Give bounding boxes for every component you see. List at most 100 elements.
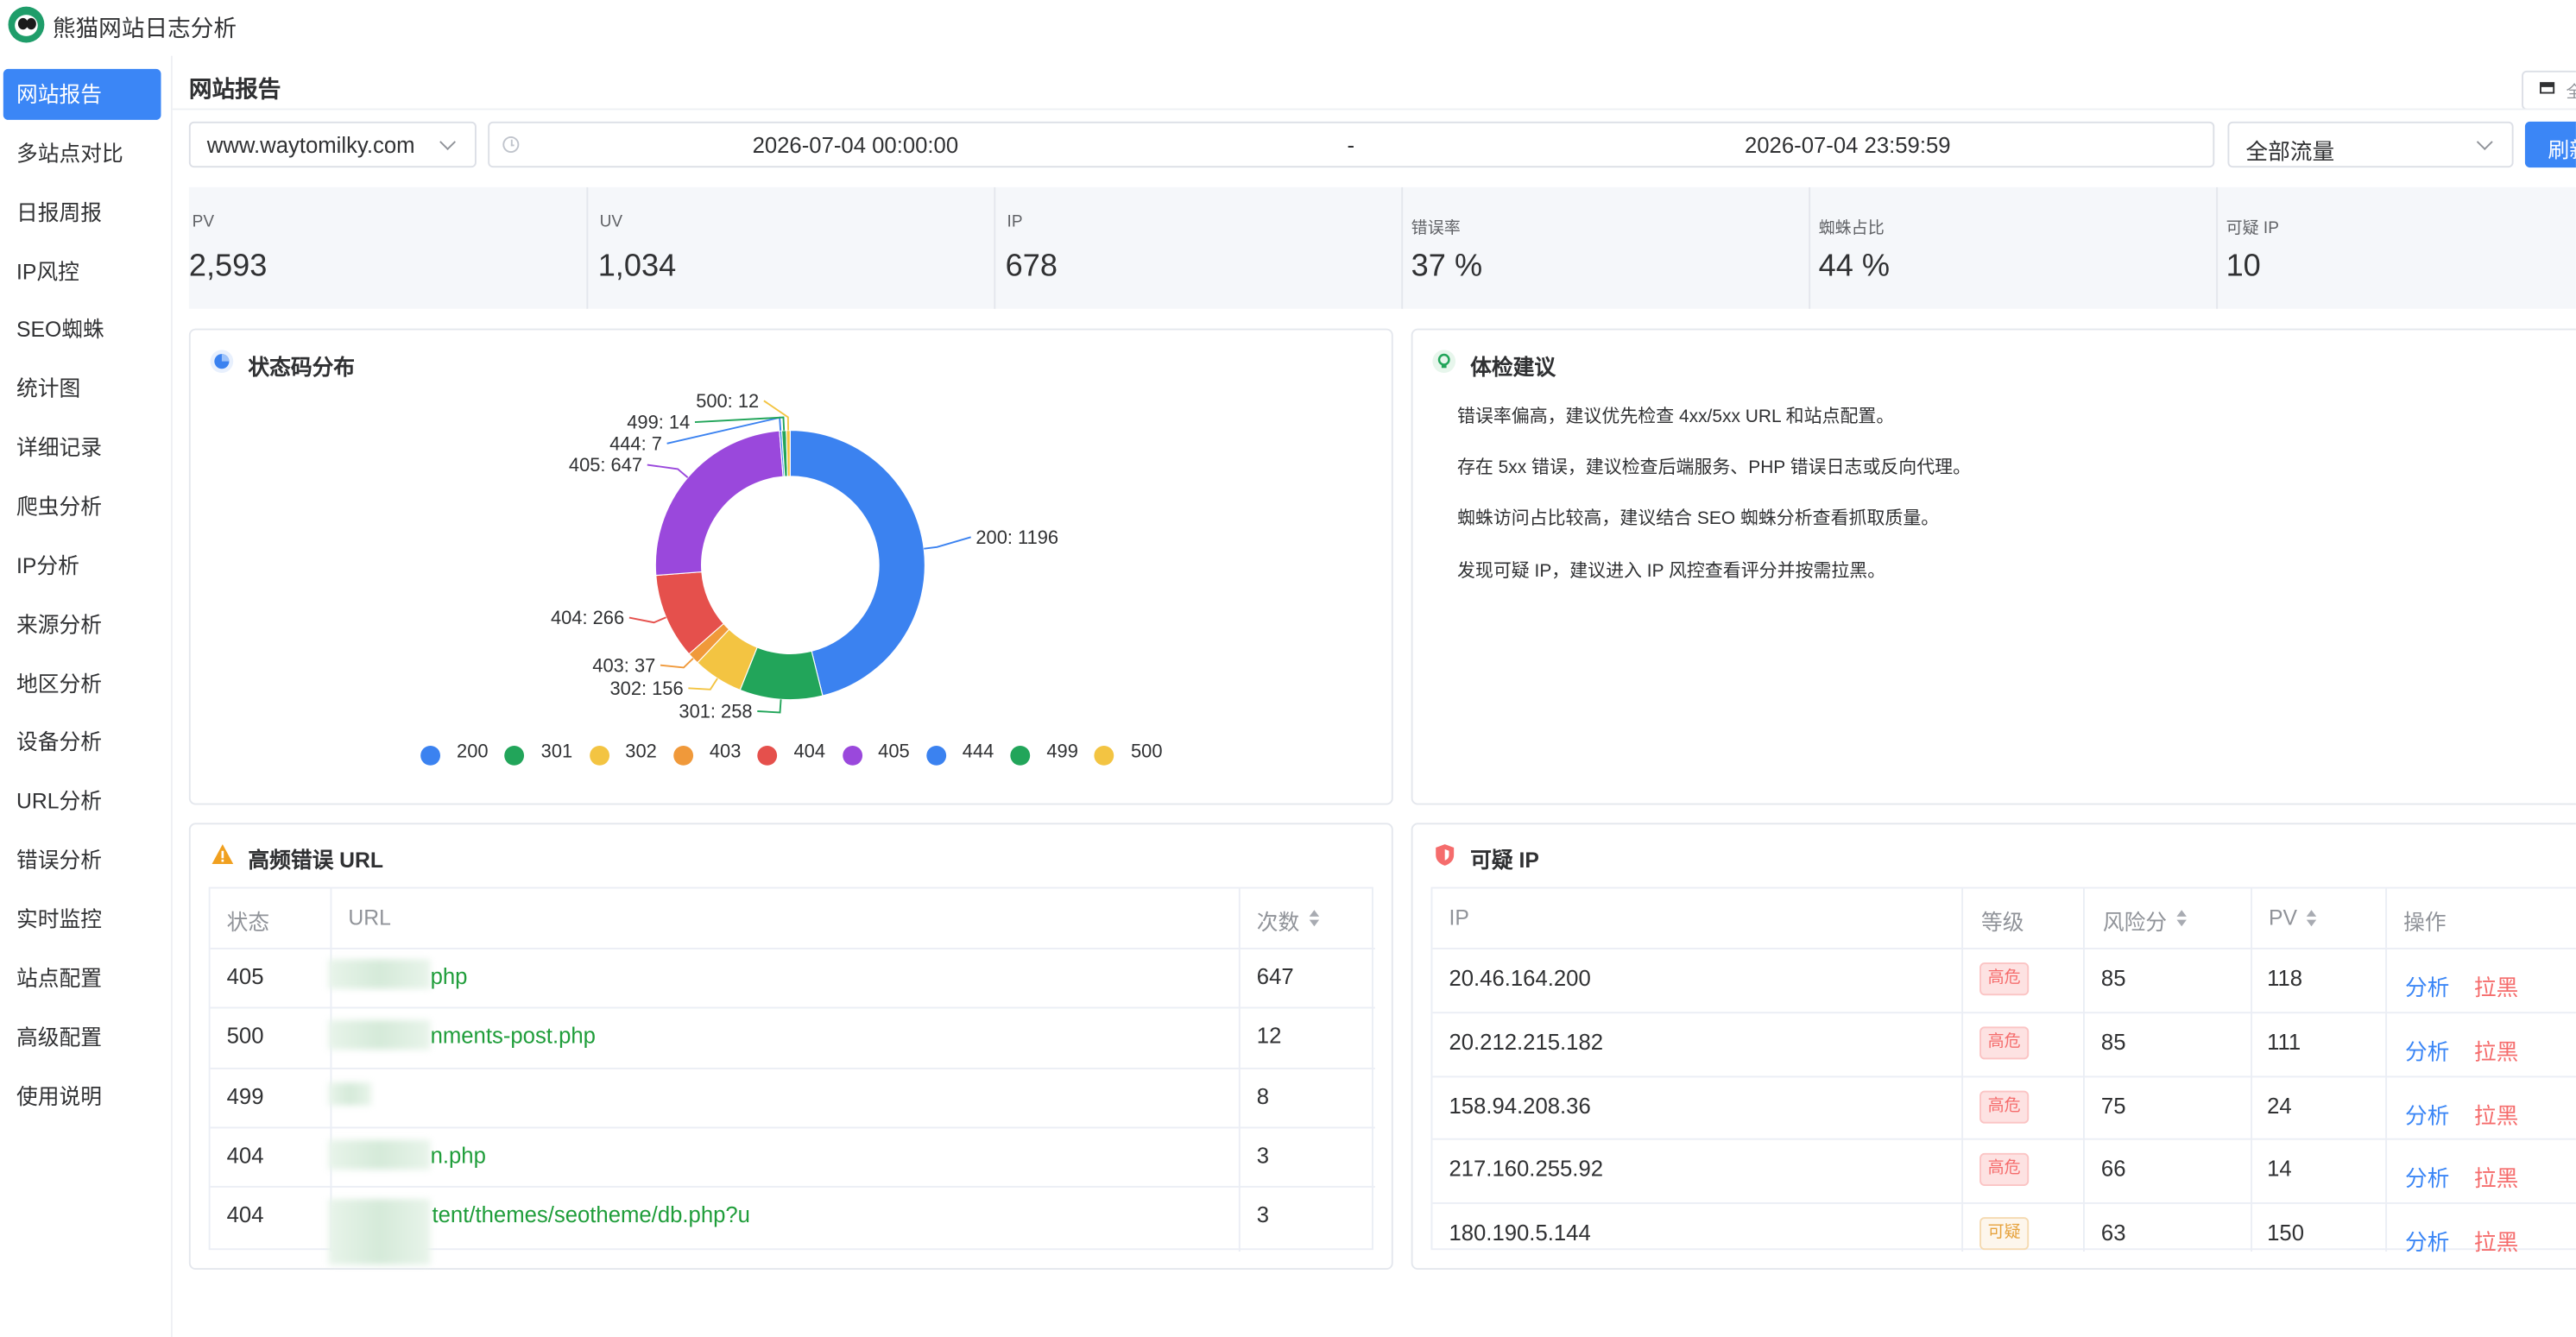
data-label-200: 200: 1196 [975, 527, 1058, 548]
analyze-button[interactable]: 分析 [2405, 1033, 2449, 1066]
legend-dot [589, 745, 609, 766]
fullscreen-button[interactable]: 全 [2522, 70, 2576, 110]
header-divider [172, 108, 2576, 110]
error-status-cell: 499 [226, 1083, 264, 1109]
block-button[interactable]: 拉黑 [2474, 1224, 2518, 1257]
legend-label: 302 [625, 742, 657, 762]
error-count-cell: 3 [1256, 1201, 1270, 1227]
risk-score-cell: 85 [2100, 1030, 2126, 1055]
block-button[interactable]: 拉黑 [2474, 1097, 2518, 1130]
leader-line-302 [688, 678, 718, 691]
column-header-status: 状态 [226, 910, 270, 935]
pv-cell: 24 [2267, 1094, 2292, 1119]
block-button[interactable]: 拉黑 [2474, 1160, 2518, 1193]
redacted-url-mask [328, 1082, 372, 1106]
block-button[interactable]: 拉黑 [2474, 1033, 2518, 1066]
sidebar-item-referrer[interactable]: 来源分析 [3, 600, 161, 651]
traffic-select[interactable]: 全部流量 [2227, 121, 2514, 168]
redacted-url-mask [328, 1019, 431, 1050]
stat-label: 错误率 [1411, 220, 1461, 238]
sidebar-item-seo-spider[interactable]: SEO蜘蛛 [3, 304, 161, 355]
shield-icon [1434, 842, 1455, 867]
legend-label: 200 [457, 742, 489, 762]
sidebar-item-device[interactable]: 设备分析 [3, 716, 161, 767]
analyze-button[interactable]: 分析 [2405, 1097, 2449, 1130]
data-label-500: 500: 12 [696, 390, 759, 412]
legend-label: 405 [878, 742, 910, 762]
sidebar-item-advanced[interactable]: 高级配置 [3, 1012, 161, 1063]
column-header-count[interactable]: 次数 [1257, 905, 1300, 937]
legend-label: 500 [1131, 742, 1163, 762]
sidebar-item-realtime[interactable]: 实时监控 [3, 893, 161, 944]
error-status-cell: 404 [226, 1201, 264, 1227]
sidebar-item-site-config[interactable]: 站点配置 [3, 953, 161, 1004]
sidebar-item-errors[interactable]: 错误分析 [3, 835, 161, 886]
stat-error-rate: 错误率 37 % [1403, 186, 1811, 309]
stat-value: 678 [1005, 249, 1058, 285]
leader-line-301 [757, 699, 782, 714]
analyze-button[interactable]: 分析 [2405, 1224, 2449, 1257]
error-url-card-title: 高频错误 URL [248, 847, 384, 873]
leader-line-405 [647, 464, 689, 479]
stat-uv: UV 1,034 [588, 186, 996, 309]
block-button[interactable]: 拉黑 [2474, 969, 2518, 1002]
sort-icon[interactable] [1309, 910, 1321, 927]
stat-label: 可疑 IP [2226, 220, 2279, 238]
redacted-url-mask [328, 1199, 431, 1265]
legend-dot [420, 745, 441, 766]
sidebar-item-help[interactable]: 使用说明 [3, 1071, 161, 1122]
column-header-pv[interactable]: PV [2269, 905, 2297, 930]
column-header-score[interactable]: 风险分 [2103, 905, 2167, 937]
stat-suspicious-ip: 可疑 IP 10 [2218, 187, 2576, 309]
sidebar-item-crawler[interactable]: 爬虫分析 [3, 482, 161, 533]
top-bar: 熊猫网站日志分析 [0, 0, 2576, 53]
sidebar-item-daily-weekly[interactable]: 日报周报 [3, 187, 161, 238]
stat-value: 1,034 [597, 249, 677, 285]
sidebar-item-region[interactable]: 地区分析 [3, 659, 161, 709]
analyze-button[interactable]: 分析 [2405, 1160, 2449, 1193]
sidebar-item-ip-risk[interactable]: IP风控 [3, 246, 161, 297]
sidebar-item-charts[interactable]: 统计图 [3, 363, 161, 414]
donut-slice-405[interactable] [654, 430, 784, 577]
error-count-cell: 12 [1256, 1023, 1282, 1049]
ip-cell: 180.190.5.144 [1449, 1220, 1591, 1246]
lightbulb-icon [1432, 350, 1456, 373]
advice-card-title: 体检建议 [1470, 355, 1556, 380]
date-range-picker[interactable]: 2026-07-04 00:00:00 - 2026-07-04 23:59:5… [488, 121, 2215, 168]
column-header-url: URL [348, 905, 391, 930]
risk-level-badge: 可疑 [1979, 1217, 2030, 1251]
status-code-donut-chart: 200: 1196 301: 258302: 156403: 37 404: 266… [551, 390, 1058, 722]
pv-cell: 14 [2267, 1156, 2292, 1182]
sidebar-item-multisite[interactable]: 多站点对比 [3, 128, 161, 179]
error-url-link[interactable]: n.php [431, 1143, 486, 1168]
sidebar-item-details[interactable]: 详细记录 [3, 422, 161, 473]
stat-ip: IP 678 [995, 186, 1404, 309]
chevron-down-icon [439, 134, 456, 151]
stat-value: 10 [2226, 249, 2261, 285]
column-header-actions: 操作 [2403, 910, 2447, 935]
error-url-link[interactable]: php [431, 964, 468, 989]
page-title: 网站报告 [188, 75, 281, 102]
pv-cell: 118 [2267, 965, 2303, 991]
sidebar-item-report[interactable]: 网站报告 [3, 68, 161, 120]
stat-label: UV [599, 213, 623, 232]
ip-cell: 158.94.208.36 [1449, 1094, 1591, 1119]
refresh-button[interactable]: 刷新 [2524, 121, 2576, 168]
sidebar-item-ip-analysis[interactable]: IP分析 [3, 540, 161, 591]
advice-item: 存在 5xx 错误，建议检查后端服务、PHP 错误日志或反向代理。 [1456, 457, 1972, 478]
error-url-link[interactable]: nments-post.php [431, 1024, 596, 1049]
error-url-link[interactable]: tent/themes/seotheme/db.php?u [432, 1202, 749, 1227]
sort-icon[interactable] [2306, 910, 2318, 927]
advice-item: 发现可疑 IP，建议进入 IP 风控查看评分并按需拉黑。 [1456, 561, 1886, 582]
sidebar-item-url[interactable]: URL分析 [3, 775, 161, 826]
redacted-url-mask [328, 959, 431, 989]
risk-level-badge: 高危 [1979, 962, 2030, 996]
site-select[interactable]: www.waytomilky.com [188, 121, 477, 168]
analyze-button[interactable]: 分析 [2405, 969, 2449, 1002]
stat-value: 44 % [1818, 249, 1891, 285]
risk-score-cell: 66 [2100, 1156, 2126, 1182]
legend-label: 499 [1046, 742, 1078, 762]
range-start: 2026-07-04 00:00:00 [752, 133, 959, 158]
pv-cell: 150 [2267, 1220, 2305, 1246]
sort-icon[interactable] [2176, 910, 2188, 927]
